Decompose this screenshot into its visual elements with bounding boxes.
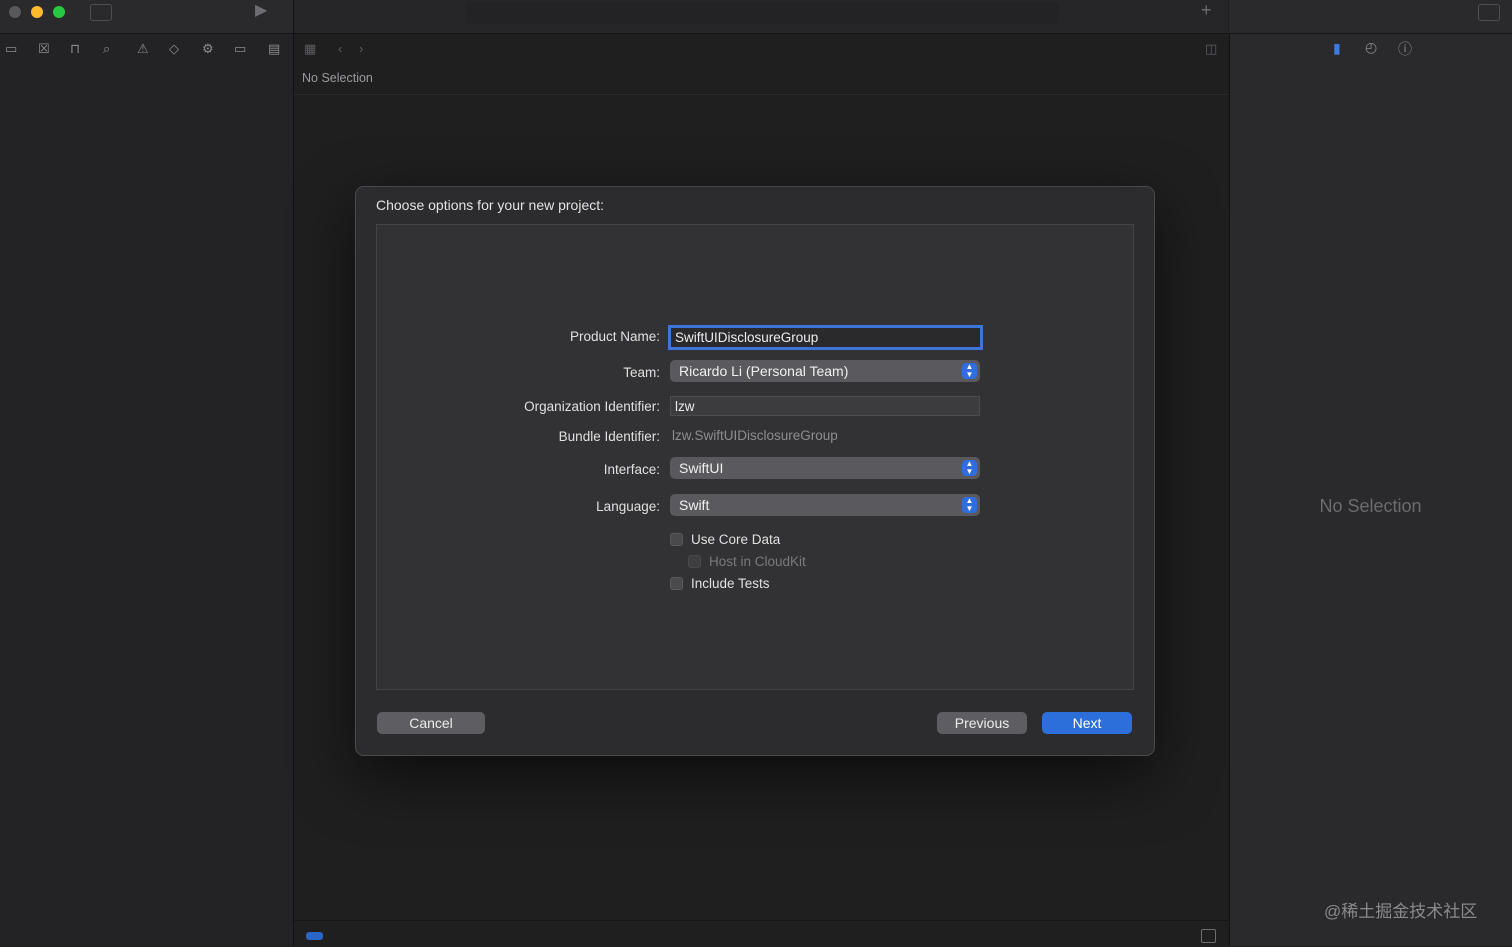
history-icon[interactable]: ◴	[1365, 39, 1377, 56]
inspector-toggle-icon[interactable]	[1478, 4, 1500, 21]
team-label: Team:	[623, 365, 660, 380]
org-identifier-label: Organization Identifier:	[524, 399, 660, 414]
related-items-icon[interactable]: ▦	[304, 41, 316, 57]
titlebar-right	[1229, 0, 1512, 34]
source-control-icon[interactable]: ☒	[38, 41, 50, 57]
team-select-value: Ricardo Li (Personal Team)	[679, 363, 849, 379]
close-window-button[interactable]	[9, 6, 21, 18]
search-icon[interactable]: ⌕	[103, 41, 110, 57]
language-select[interactable]: Swift ▲ ▼	[670, 494, 980, 516]
product-name-label: Product Name:	[569, 329, 660, 344]
team-select[interactable]: Ricardo Li (Personal Team) ▲ ▼	[670, 360, 980, 382]
use-core-data-label: Use Core Data	[691, 532, 781, 547]
use-core-data-checkbox[interactable]	[670, 533, 683, 546]
sidebar-toggle-icon[interactable]	[90, 4, 112, 21]
add-icon[interactable]: +	[1201, 1, 1212, 19]
debug-icon[interactable]: ⚙	[202, 41, 214, 57]
run-icon[interactable]: ▶	[255, 3, 267, 19]
previous-button[interactable]: Previous	[937, 712, 1027, 734]
host-in-cloudkit-checkbox	[688, 555, 701, 568]
include-tests-checkbox[interactable]	[670, 577, 683, 590]
breakpoint-icon[interactable]: ▭	[234, 41, 246, 57]
report-icon[interactable]: ▤	[268, 41, 280, 57]
warning-icon[interactable]: ⚠	[137, 41, 149, 57]
language-label: Language:	[596, 499, 660, 514]
maximize-window-button[interactable]	[53, 6, 65, 18]
navigator-pane	[0, 0, 294, 946]
forward-icon[interactable]: ›	[359, 41, 363, 56]
org-identifier-field[interactable]: lzw	[670, 396, 980, 416]
interface-label: Interface:	[603, 462, 660, 477]
back-icon[interactable]: ‹	[338, 41, 342, 56]
interface-select[interactable]: SwiftUI ▲ ▼	[670, 457, 980, 479]
next-button[interactable]: Next	[1042, 712, 1132, 734]
chevron-up-down-icon: ▲ ▼	[962, 497, 977, 513]
file-icon[interactable]: ▮	[1333, 40, 1341, 57]
product-name-field[interactable]: SwiftUIDisclosureGroup	[668, 325, 983, 350]
chevron-up-down-icon: ▲ ▼	[962, 460, 977, 476]
titlebar-left	[0, 0, 293, 34]
chevron-up-down-icon: ▲ ▼	[962, 363, 977, 379]
debug-bar	[294, 920, 1228, 947]
inspector-no-selection: No Selection	[1319, 496, 1422, 516]
inspector-pane	[1229, 0, 1512, 946]
interface-select-value: SwiftUI	[679, 460, 724, 476]
filter-icon[interactable]	[306, 932, 323, 940]
split-editor-icon[interactable]: ◫	[1205, 41, 1217, 57]
language-select-value: Swift	[679, 497, 710, 513]
dialog-title: Choose options for your new project:	[376, 197, 605, 213]
minimize-window-button[interactable]	[31, 6, 43, 18]
help-icon[interactable]: ⓘ	[1398, 39, 1412, 59]
editor-no-selection: No Selection	[302, 71, 373, 85]
bundle-identifier-label: Bundle Identifier:	[558, 429, 660, 444]
host-in-cloudkit-label: Host in CloudKit	[709, 554, 806, 569]
bundle-identifier-value: lzw.SwiftUIDisclosureGroup	[672, 428, 838, 443]
activity-view	[465, 2, 1059, 24]
include-tests-label: Include Tests	[691, 576, 770, 591]
editor-jump-bar	[294, 34, 1228, 95]
hierarchy-icon[interactable]: ⊓	[70, 41, 80, 57]
test-icon[interactable]: ◇	[169, 41, 179, 57]
watermark: @稀土掘金技术社区	[1324, 902, 1478, 921]
folder-icon[interactable]: ▭	[5, 41, 17, 57]
debug-area-toggle-icon[interactable]	[1201, 929, 1216, 943]
cancel-button[interactable]: Cancel	[377, 712, 485, 734]
